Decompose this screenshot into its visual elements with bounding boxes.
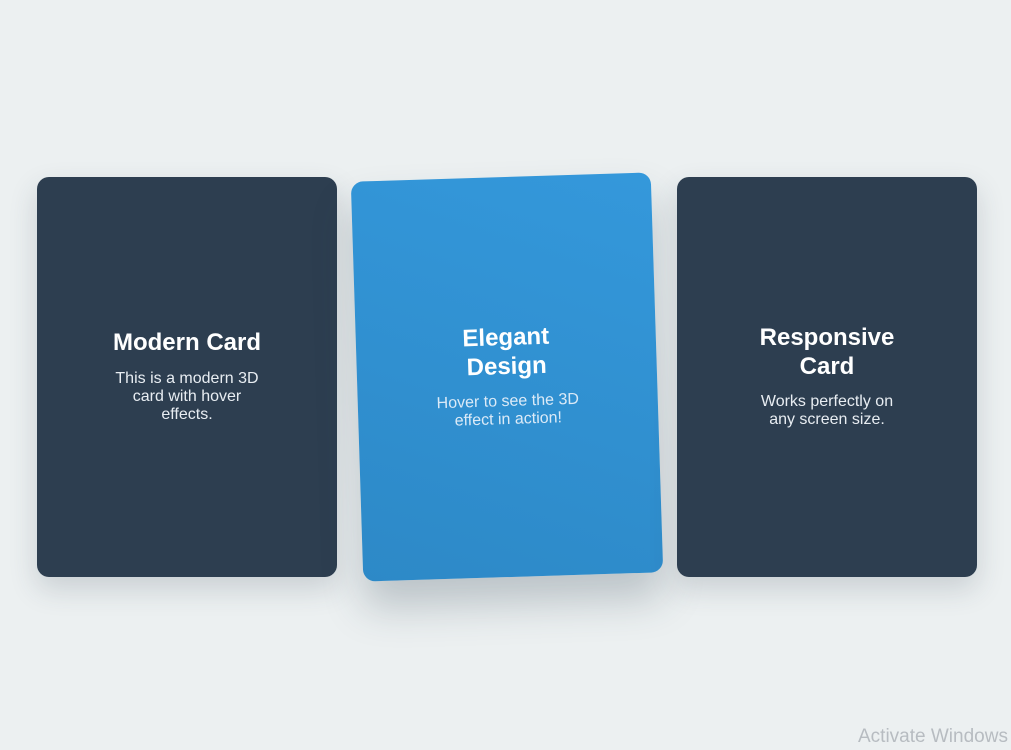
card-title: Responsive Card bbox=[759, 324, 895, 380]
card-description: Hover to see the 3D effect in action! bbox=[436, 390, 580, 430]
activate-windows-watermark: Activate Windows bbox=[858, 726, 1008, 747]
page: Modern Card This is a modern 3D card wit… bbox=[0, 0, 1011, 750]
card-description: Works perfectly on any screen size. bbox=[760, 392, 894, 429]
card-title: Modern Card bbox=[112, 329, 261, 357]
card-responsive[interactable]: Responsive Card Works perfectly on any s… bbox=[677, 177, 977, 577]
card-description: This is a modern 3D card with hover effe… bbox=[115, 369, 259, 424]
card-modern[interactable]: Modern Card This is a modern 3D card wit… bbox=[37, 177, 337, 577]
card-title: Elegant Design bbox=[462, 322, 550, 381]
card-elegant[interactable]: Elegant Design Hover to see the 3D effec… bbox=[350, 172, 664, 582]
